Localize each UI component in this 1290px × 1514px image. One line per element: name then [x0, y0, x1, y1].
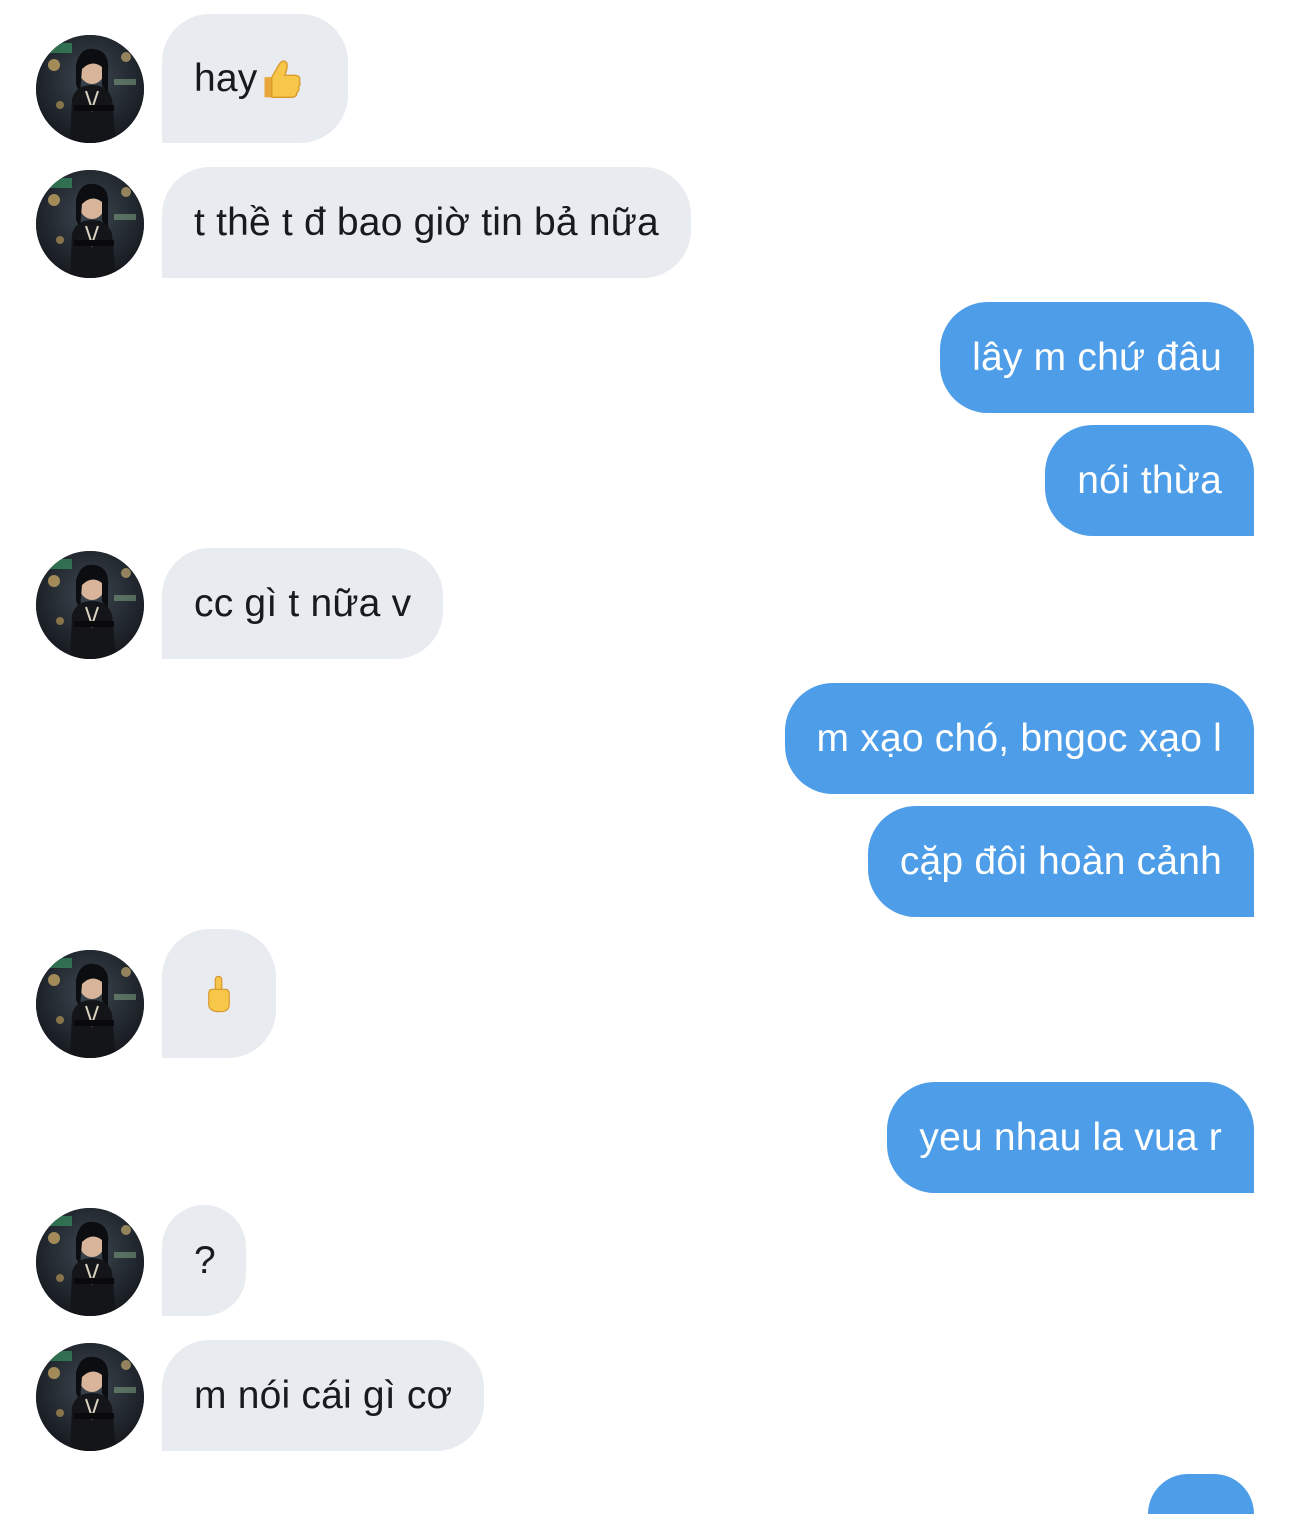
contact-avatar[interactable] [36, 551, 144, 659]
contact-avatar[interactable] [36, 35, 144, 143]
incoming-message-bubble[interactable]: hay [162, 14, 348, 143]
message-text: hay [194, 56, 258, 100]
message-text: m xạo chó, bngoc xạo l [816, 716, 1222, 760]
contact-avatar[interactable] [36, 1208, 144, 1316]
message-text: nói thừa [1077, 458, 1222, 502]
message-text: ? [194, 1238, 216, 1282]
message-text: t thề t đ bao giờ tin bả nữa [194, 200, 659, 244]
contact-avatar[interactable] [36, 170, 144, 278]
incoming-message-bubble[interactable]: m nói cái gì cơ [162, 1340, 485, 1451]
outgoing-message-bubble[interactable]: m xạo chó, bngoc xạo l [784, 683, 1254, 794]
message-text: cặp đôi hoàn cảnh [899, 839, 1222, 883]
thumbs-up-icon [264, 59, 302, 98]
message-text: cc gì t nữa v [194, 581, 412, 625]
outgoing-message-bubble[interactable]: yeu nhau la vua r [887, 1082, 1254, 1193]
message-text: yeu nhau la vua r [919, 1115, 1222, 1159]
incoming-message-bubble[interactable]: ? [162, 1205, 246, 1316]
message-thread[interactable]: hay t thề t đ bao giờ tin bả nữa lây m c… [0, 0, 1290, 1514]
outgoing-message-bubble[interactable]: nói thừa [1045, 425, 1254, 536]
incoming-message-bubble[interactable] [162, 929, 276, 1058]
contact-avatar[interactable] [36, 950, 144, 1058]
middle-finger-icon [208, 975, 230, 1012]
incoming-message-bubble[interactable]: t thề t đ bao giờ tin bả nữa [162, 167, 691, 278]
incoming-message-bubble[interactable]: cc gì t nữa v [162, 548, 444, 659]
outgoing-message-bubble[interactable]: cặp đôi hoàn cảnh [867, 806, 1254, 917]
contact-avatar[interactable] [36, 1343, 144, 1451]
outgoing-message-bubble[interactable]: lây m chứ đâu [940, 302, 1254, 413]
message-text: m nói cái gì cơ [194, 1373, 453, 1417]
outgoing-message-bubble-partial[interactable] [1148, 1474, 1254, 1514]
message-text: lây m chứ đâu [972, 335, 1222, 379]
